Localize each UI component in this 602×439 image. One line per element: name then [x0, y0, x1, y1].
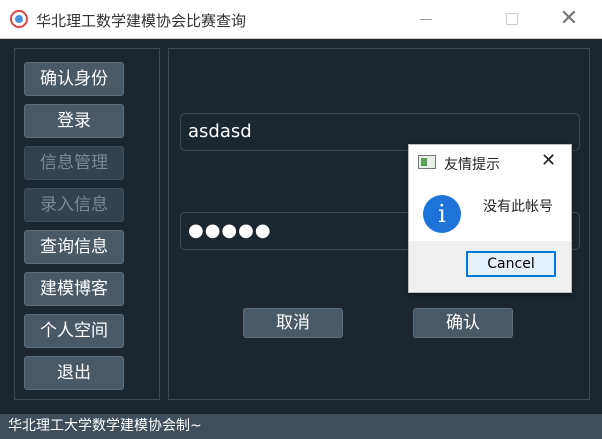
info-icon: i [423, 195, 461, 233]
sidebar-item-enter-info: 录入信息 [24, 188, 124, 222]
sidebar-item-info-management: 信息管理 [24, 146, 124, 180]
dialog-title: 友情提示 [444, 157, 500, 173]
sidebar-item-confirm-identity[interactable]: 确认身份 [24, 62, 124, 96]
maximize-icon [506, 13, 518, 25]
sidebar-item-modeling-blog[interactable]: 建模博客 [24, 272, 124, 306]
app-logo-icon [10, 10, 28, 28]
dialog-cancel-button[interactable]: Cancel [466, 251, 556, 277]
sidebar-item-personal-space[interactable]: 个人空间 [24, 314, 124, 348]
sidebar-item-query-info[interactable]: 查询信息 [24, 230, 124, 264]
sidebar-item-exit[interactable]: 退出 [24, 356, 124, 390]
dialog-close-icon[interactable]: ✕ [541, 150, 556, 171]
close-icon: ✕ [559, 6, 579, 31]
cancel-button[interactable]: 取消 [243, 308, 343, 338]
dialog-message: 没有此帐号 [483, 199, 553, 215]
dialog-window-icon [418, 155, 436, 169]
confirm-button[interactable]: 确认 [413, 308, 513, 338]
status-bar: 华北理工大学数学建模协会制~ [0, 414, 602, 439]
title-bar: 华北理工数学建模协会比赛查询 ✕ [0, 0, 602, 39]
minimize-icon [420, 19, 432, 20]
window-title: 华北理工数学建模协会比赛查询 [36, 12, 247, 30]
minimize-button[interactable] [403, 0, 449, 38]
close-button[interactable]: ✕ [546, 0, 592, 38]
sidebar-item-login[interactable]: 登录 [24, 104, 124, 138]
dialog-footer: Cancel [409, 241, 571, 292]
message-dialog: 友情提示 ✕ i 没有此帐号 Cancel [408, 144, 572, 293]
maximize-button[interactable] [489, 0, 535, 38]
